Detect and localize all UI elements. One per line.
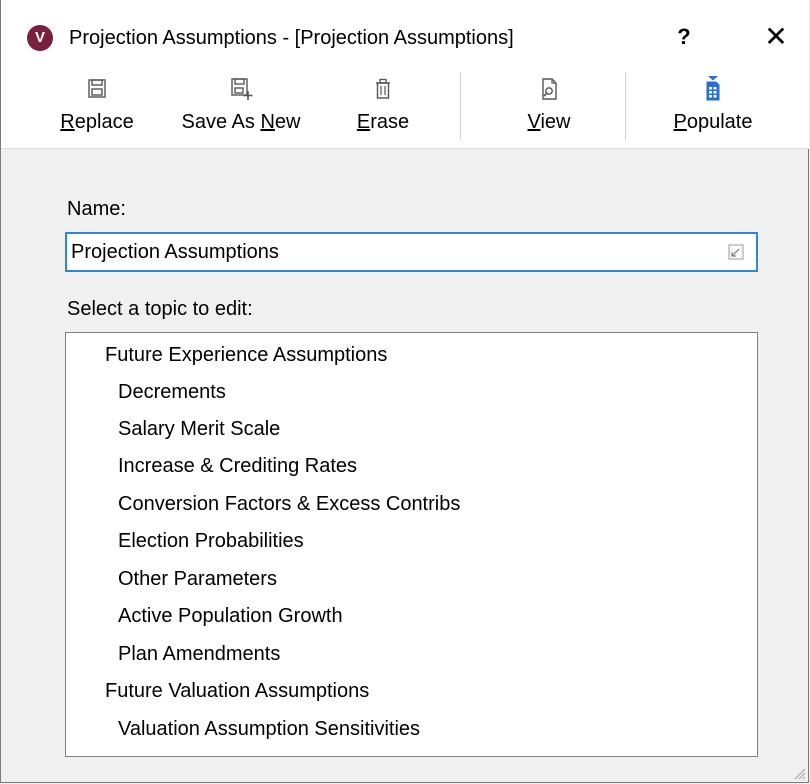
document-search-icon <box>542 78 557 100</box>
topic-item[interactable]: Increase & Crediting Rates <box>118 454 357 478</box>
name-input[interactable] <box>71 238 711 266</box>
view-button[interactable]: View <box>519 74 579 140</box>
topic-item[interactable]: Future Valuation Assumptions <box>105 679 369 703</box>
topic-item[interactable]: Future Experience Assumptions <box>105 343 387 367</box>
topic-item[interactable]: Plan Amendments <box>118 642 280 666</box>
topic-item[interactable]: Active Population Growth <box>118 604 343 628</box>
floppy-disk-icon <box>88 79 106 98</box>
dialog-window: V Projection Assumptions - [Projection A… <box>0 0 809 783</box>
title-bar[interactable]: V Projection Assumptions - [Projection A… <box>1 0 809 64</box>
topic-item[interactable]: Conversion Factors & Excess Contribs <box>118 492 460 516</box>
populate-button[interactable]: Populate <box>661 74 765 140</box>
view-label: View <box>527 111 571 133</box>
topic-item[interactable]: Election Probabilities <box>118 529 304 553</box>
populate-table-icon <box>706 76 720 101</box>
floppy-disk-add-icon <box>231 78 253 100</box>
toolbar: Replace Save As New Erase View Populate <box>1 64 809 149</box>
name-field[interactable] <box>65 232 758 272</box>
topic-item[interactable]: Salary Merit Scale <box>118 417 280 441</box>
save-as-new-label: Save As New <box>181 111 301 133</box>
trash-icon <box>376 78 390 99</box>
toolbar-separator <box>625 72 626 140</box>
topic-item[interactable]: Decrements <box>118 380 226 404</box>
topic-item[interactable]: Valuation Assumption Sensitivities <box>118 717 420 741</box>
save-as-new-button[interactable]: Save As New <box>171 74 311 140</box>
close-button[interactable]: ✕ <box>759 20 793 54</box>
populate-label: Populate <box>673 111 753 133</box>
topic-item[interactable]: Other Parameters <box>118 567 277 591</box>
replace-label: Replace <box>60 111 134 133</box>
toolbar-separator <box>460 72 461 140</box>
help-button[interactable]: ? <box>669 20 699 54</box>
topic-list[interactable]: Future Experience Assumptions Decrements… <box>65 332 758 757</box>
topic-list-label: Select a topic to edit: <box>67 298 253 320</box>
replace-button[interactable]: Replace <box>53 74 141 140</box>
resize-grip-icon[interactable] <box>792 766 806 780</box>
resize-field-icon[interactable] <box>728 244 744 260</box>
window-title: Projection Assumptions - [Projection Ass… <box>69 27 514 49</box>
name-label: Name: <box>67 198 126 220</box>
erase-label: Erase <box>356 111 410 133</box>
erase-button[interactable]: Erase <box>351 74 415 140</box>
app-icon: V <box>27 25 53 51</box>
